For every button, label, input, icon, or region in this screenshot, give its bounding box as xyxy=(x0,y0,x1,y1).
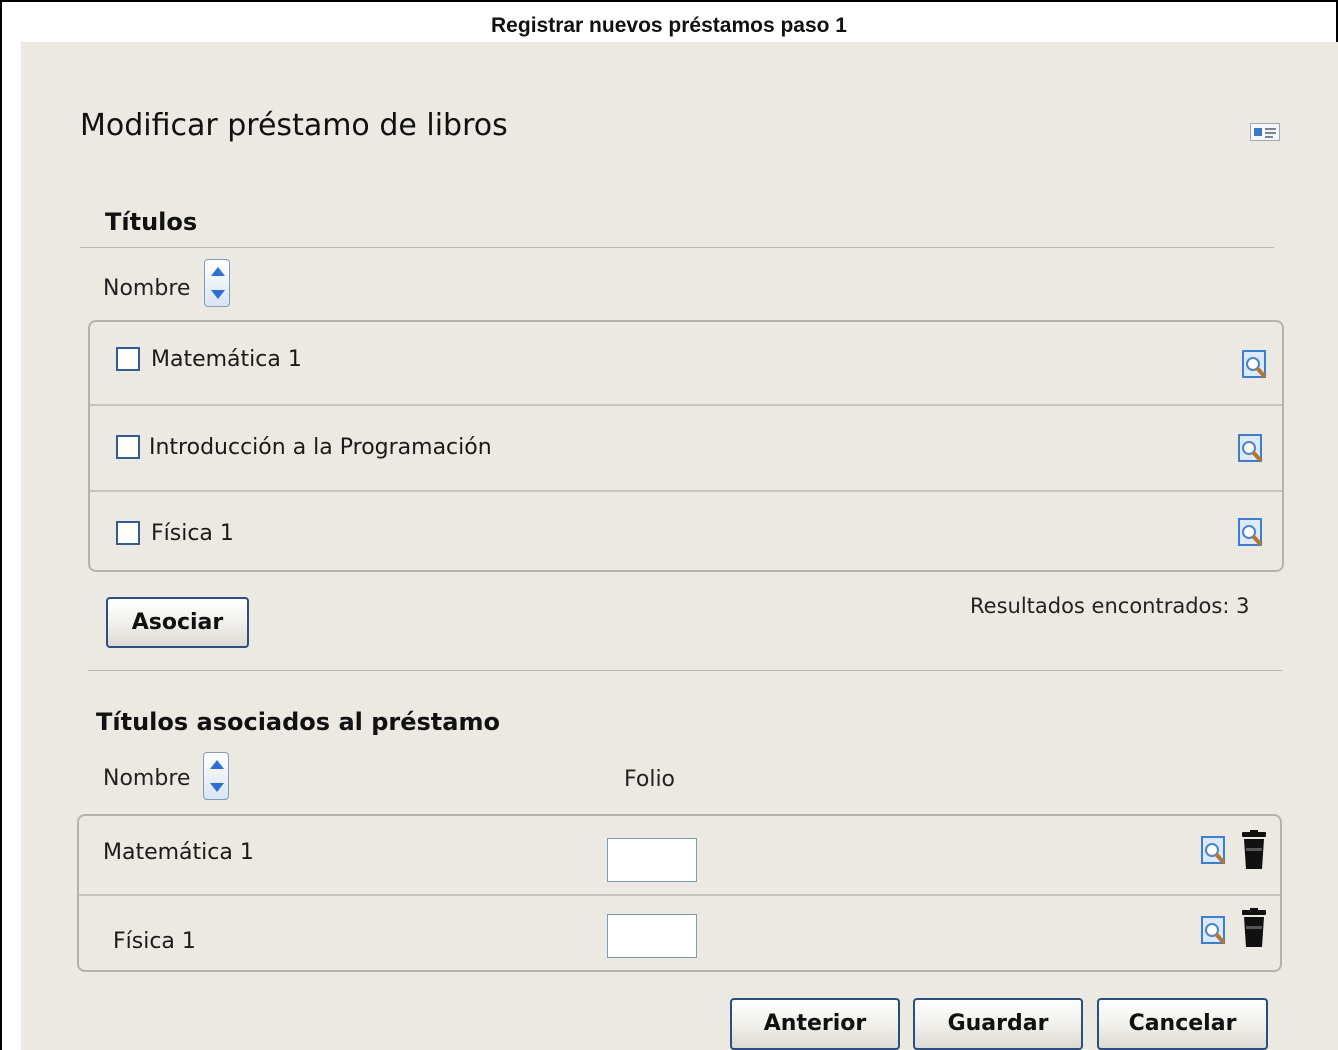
table-row-name: Física 1 xyxy=(113,929,196,954)
view-magnifier-icon[interactable] xyxy=(1242,350,1268,380)
sort-updown-icon[interactable] xyxy=(204,259,230,307)
associate-button[interactable]: Asociar xyxy=(106,597,249,648)
save-button[interactable]: Guardar xyxy=(913,998,1083,1050)
divider xyxy=(88,670,1282,671)
list-item-label: Física 1 xyxy=(151,521,234,546)
table-row-name: Matemática 1 xyxy=(103,840,254,865)
list-item-label: Introducción a la Programación xyxy=(149,435,492,460)
view-magnifier-icon[interactable] xyxy=(1201,836,1227,866)
folio-input[interactable] xyxy=(607,838,697,882)
trash-icon[interactable] xyxy=(1240,908,1268,948)
associated-heading: Títulos asociados al préstamo xyxy=(96,708,500,736)
view-magnifier-icon[interactable] xyxy=(1238,518,1264,548)
results-count: Resultados encontrados: 3 xyxy=(970,594,1250,618)
view-magnifier-icon[interactable] xyxy=(1201,916,1227,946)
column-name-label: Nombre xyxy=(103,766,191,791)
trash-icon[interactable] xyxy=(1240,830,1268,870)
view-magnifier-icon[interactable] xyxy=(1238,434,1264,464)
divider xyxy=(80,247,1274,248)
checkbox-matematica[interactable] xyxy=(116,347,140,371)
id-card-icon[interactable] xyxy=(1250,123,1280,141)
list-item-label: Matemática 1 xyxy=(151,347,302,372)
checkbox-introduccion[interactable] xyxy=(116,435,140,459)
column-name-label: Nombre xyxy=(103,276,191,301)
titles-heading: Títulos xyxy=(105,208,198,236)
sort-updown-icon[interactable] xyxy=(203,752,229,800)
checkbox-fisica[interactable] xyxy=(116,521,140,545)
folio-input[interactable] xyxy=(607,914,697,958)
cancel-button[interactable]: Cancelar xyxy=(1097,998,1268,1050)
document-title: Registrar nuevos préstamos paso 1 xyxy=(491,14,847,37)
column-folio-label: Folio xyxy=(624,767,676,792)
page-title: Modificar préstamo de libros xyxy=(80,108,508,143)
previous-button[interactable]: Anterior xyxy=(730,998,900,1050)
